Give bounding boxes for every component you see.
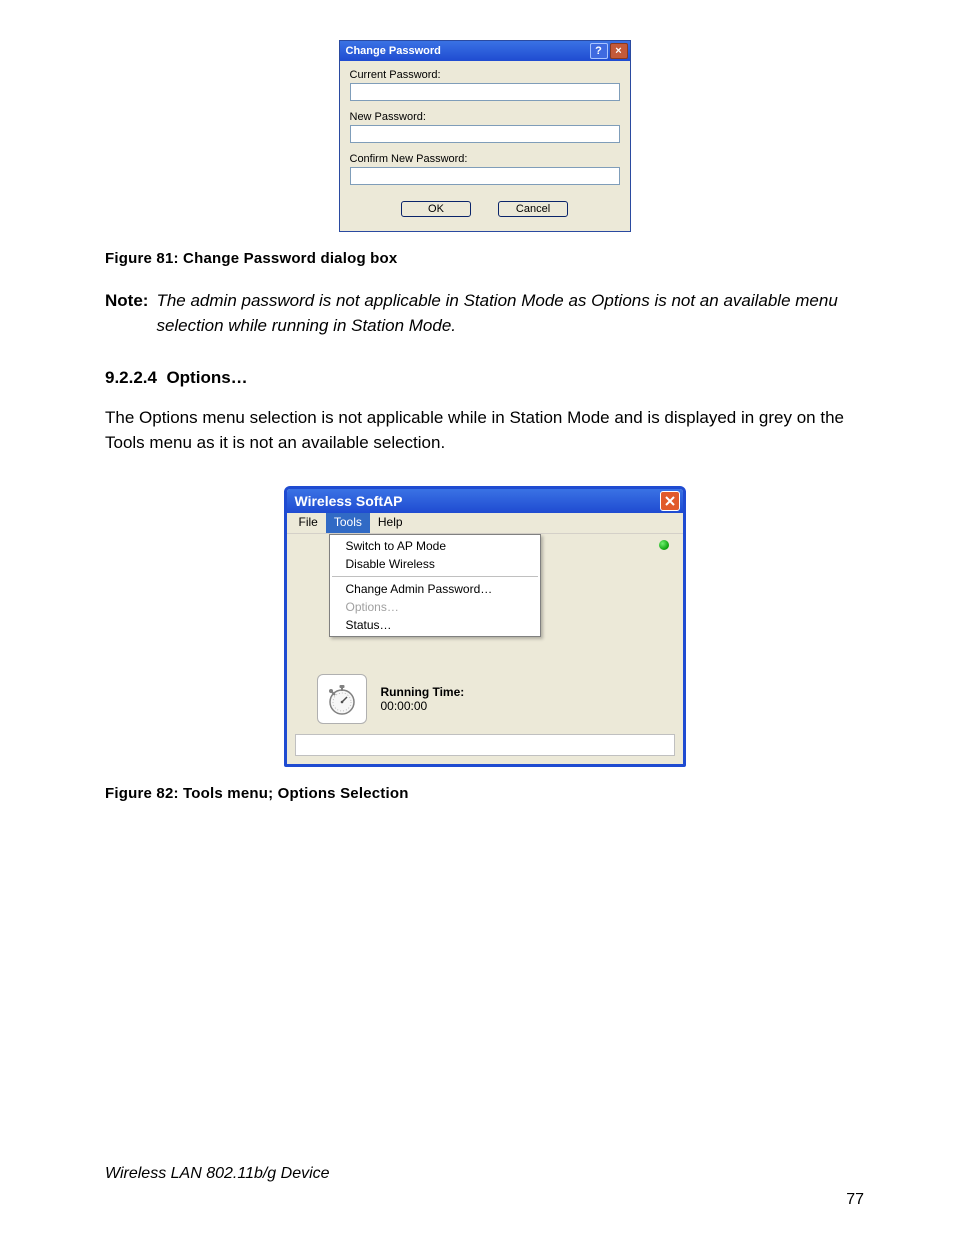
figure-82-caption: Figure 82: Tools menu; Options Selection [105,785,864,802]
note-label: Note: [105,289,148,338]
section-title: Options… [166,368,247,387]
running-time-block: Running Time: 00:00:00 [317,674,465,724]
dialog-title: Change Password [346,45,441,57]
menu-options-disabled: Options… [330,598,540,616]
figure-81-caption: Figure 81: Change Password dialog box [105,250,864,267]
confirm-password-label: Confirm New Password: [350,153,620,165]
menu-switch-ap-mode[interactable]: Switch to AP Mode [330,537,540,555]
menu-status[interactable]: Status… [330,616,540,634]
body-paragraph: The Options menu selection is not applic… [105,406,864,455]
current-password-label: Current Password: [350,69,620,81]
window-titlebar: Wireless SoftAP [287,489,683,513]
note-text: The admin password is not applicable in … [156,289,864,338]
status-bar [295,734,675,756]
note: Note: The admin password is not applicab… [105,289,864,338]
current-password-input[interactable] [350,83,620,101]
change-password-dialog: Change Password ? × Current Password: Ne… [339,40,631,232]
footer-text: Wireless LAN 802.11b/g Device [105,1165,330,1183]
new-password-input[interactable] [350,125,620,143]
running-time-value: 00:00:00 [381,699,465,713]
menu-disable-wireless[interactable]: Disable Wireless [330,555,540,573]
section-heading: 9.2.2.4 Options… [105,368,864,388]
window-title: Wireless SoftAP [295,493,403,509]
wireless-softap-window: Wireless SoftAP File Tools Help Switch t… [284,486,686,767]
ok-button[interactable]: OK [401,201,471,217]
cancel-button[interactable]: Cancel [498,201,568,217]
new-password-label: New Password: [350,111,620,123]
dialog-titlebar: Change Password ? × [340,41,630,61]
menu-help[interactable]: Help [370,513,411,533]
menubar: File Tools Help [287,513,683,534]
close-icon[interactable] [660,491,680,511]
close-icon[interactable]: × [610,43,628,59]
confirm-password-input[interactable] [350,167,620,185]
stopwatch-icon [317,674,367,724]
menu-separator [332,576,538,577]
section-number: 9.2.2.4 [105,368,157,387]
running-time-label: Running Time: [381,685,465,699]
menu-file[interactable]: File [291,513,326,533]
tools-dropdown: Switch to AP Mode Disable Wireless Chang… [329,534,541,637]
menu-tools[interactable]: Tools [326,513,370,533]
menu-change-admin-password[interactable]: Change Admin Password… [330,580,540,598]
page-number: 77 [846,1191,864,1209]
help-icon[interactable]: ? [590,43,608,59]
status-led-icon [659,540,669,550]
